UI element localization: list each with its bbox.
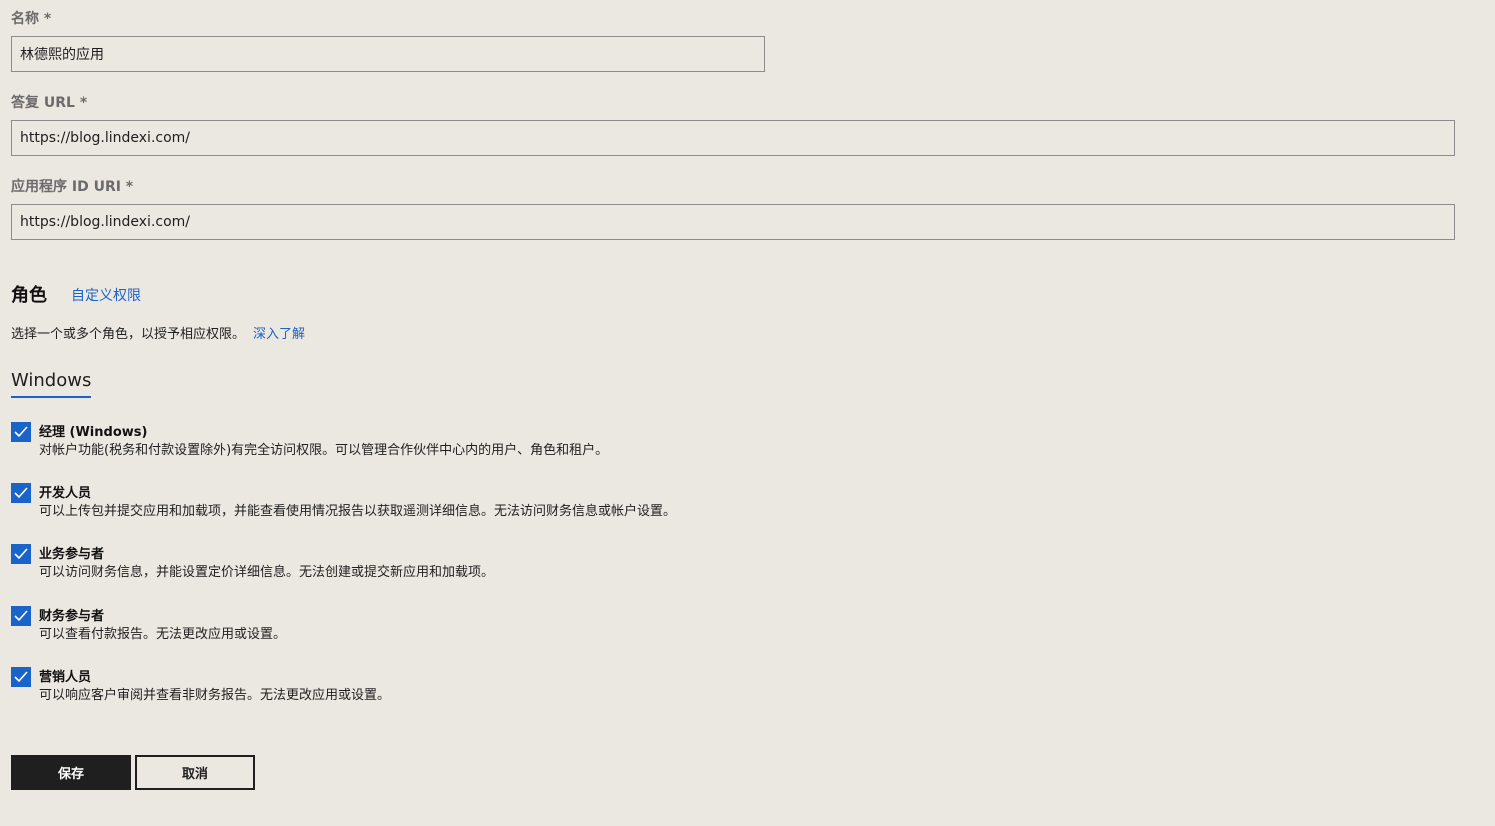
role-item: 开发人员 可以上传包并提交应用和加载项，并能查看使用情况报告以获取遥测详细信息。… bbox=[11, 483, 911, 523]
role-description: 可以上传包并提交应用和加载项，并能查看使用情况报告以获取遥测详细信息。无法访问财… bbox=[39, 504, 677, 519]
role-description: 可以响应客户审阅并查看非财务报告。无法更改应用或设置。 bbox=[39, 688, 391, 703]
checkmark-icon bbox=[14, 671, 28, 683]
custom-permissions-link[interactable]: 自定义权限 bbox=[71, 287, 141, 305]
role-item: 业务参与者 可以访问财务信息，并能设置定价详细信息。无法创建或提交新应用和加载项… bbox=[11, 544, 911, 584]
role-item: 财务参与者 可以查看付款报告。无法更改应用或设置。 bbox=[11, 606, 911, 646]
role-checkbox[interactable] bbox=[11, 606, 31, 626]
roles-description-text: 选择一个或多个角色，以授予相应权限。 bbox=[11, 327, 246, 342]
role-description: 可以访问财务信息，并能设置定价详细信息。无法创建或提交新应用和加载项。 bbox=[39, 565, 495, 580]
cancel-button[interactable]: 取消 bbox=[135, 755, 255, 790]
role-name: 经理 (Windows) bbox=[39, 425, 148, 440]
save-button[interactable]: 保存 bbox=[11, 755, 131, 790]
reply-url-label: 答复 URL * bbox=[11, 95, 88, 111]
name-label: 名称 * bbox=[11, 11, 52, 27]
role-checkbox[interactable] bbox=[11, 544, 31, 564]
roles-description: 选择一个或多个角色，以授予相应权限。 深入了解 bbox=[11, 326, 305, 344]
app-id-uri-label: 应用程序 ID URI * bbox=[11, 179, 134, 195]
tab-windows[interactable]: Windows bbox=[11, 370, 92, 398]
role-checkbox[interactable] bbox=[11, 667, 31, 687]
role-name: 开发人员 bbox=[39, 486, 92, 501]
app-id-uri-input[interactable] bbox=[11, 204, 1455, 240]
role-checkbox[interactable] bbox=[11, 422, 31, 442]
role-item: 营销人员 可以响应客户审阅并查看非财务报告。无法更改应用或设置。 bbox=[11, 667, 911, 707]
role-name: 财务参与者 bbox=[39, 609, 105, 624]
name-input[interactable] bbox=[11, 36, 765, 72]
reply-url-input[interactable] bbox=[11, 120, 1455, 156]
app-settings-form: 名称 * 答复 URL * 应用程序 ID URI * 角色 自定义权限 选择一… bbox=[11, 0, 1481, 826]
role-description: 可以查看付款报告。无法更改应用或设置。 bbox=[39, 627, 287, 642]
role-description: 对帐户功能(税务和付款设置除外)有完全访问权限。可以管理合作伙伴中心内的用户、角… bbox=[39, 443, 609, 458]
role-name: 业务参与者 bbox=[39, 547, 105, 562]
role-checkbox[interactable] bbox=[11, 483, 31, 503]
checkmark-icon bbox=[14, 548, 28, 560]
checkmark-icon bbox=[14, 487, 28, 499]
checkmark-icon bbox=[14, 426, 28, 438]
role-item: 经理 (Windows) 对帐户功能(税务和付款设置除外)有完全访问权限。可以管… bbox=[11, 422, 911, 462]
roles-heading: 角色 bbox=[11, 285, 47, 306]
checkmark-icon bbox=[14, 610, 28, 622]
learn-more-link[interactable]: 深入了解 bbox=[253, 327, 305, 342]
role-name: 营销人员 bbox=[39, 670, 92, 685]
